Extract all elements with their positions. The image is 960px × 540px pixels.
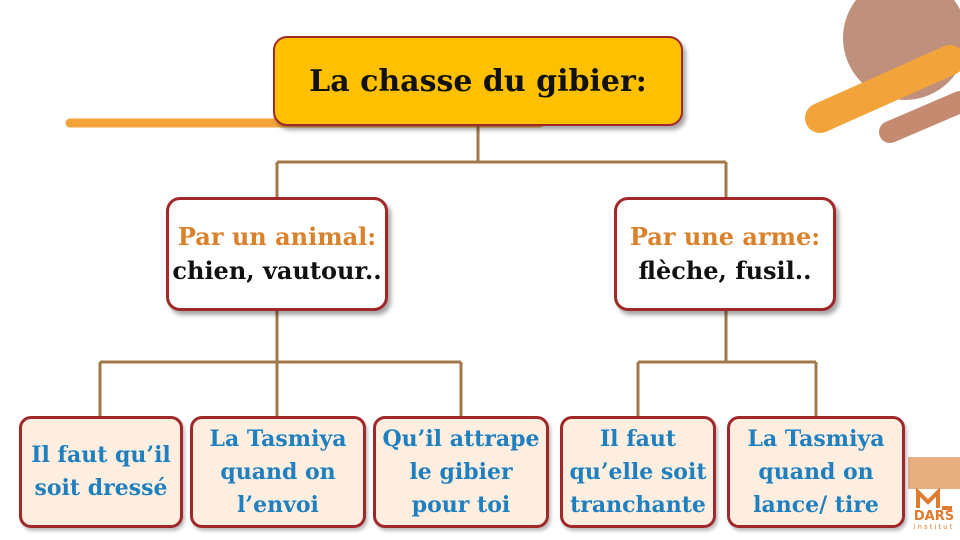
left-branch-connector (98, 311, 463, 416)
branch-animal-label: Par un animal: (177, 222, 377, 251)
branch-arme: Par une arme: flèche, fusil.. (614, 197, 836, 311)
dars-logo: DARS institut (908, 487, 960, 538)
leaf-animal-attrape: Qu’il attrape le gibier pour toi (373, 416, 549, 528)
right-branch-connector (636, 311, 818, 416)
root-node: La chasse du gibier: (273, 36, 683, 126)
branch-animal-examples: chien, vautour.. (172, 256, 382, 285)
leaf-text: La Tasmiya quand on lance/ tire (747, 425, 885, 518)
branch-arme-label: Par une arme: (629, 222, 821, 251)
leaf-animal-dresse: Il faut qu’il soit dressé (19, 416, 183, 528)
leaf-arme-tranchante: Il faut qu’elle soit tranchante (560, 416, 716, 528)
leaf-text: La Tasmiya quand on l’envoi (209, 425, 347, 518)
branch-arme-examples: flèche, fusil.. (638, 256, 812, 285)
logo-text: DARS (913, 509, 955, 524)
branch-animal: Par un animal: chien, vautour.. (166, 197, 388, 311)
root-title: La chasse du gibier: (309, 63, 647, 99)
leaf-arme-tasmiya: La Tasmiya quand on lance/ tire (727, 416, 905, 528)
logo-subtext: institut (913, 523, 955, 531)
leaf-text: Qu’il attrape le gibier pour toi (382, 425, 540, 518)
leaf-text: Il faut qu’elle soit tranchante (569, 425, 707, 518)
logo-mark-icon (916, 487, 952, 510)
leaf-text: Il faut qu’il soit dressé (31, 442, 171, 501)
leaf-animal-tasmiya: La Tasmiya quand on l’envoi (190, 416, 366, 528)
root-connector (275, 126, 728, 197)
